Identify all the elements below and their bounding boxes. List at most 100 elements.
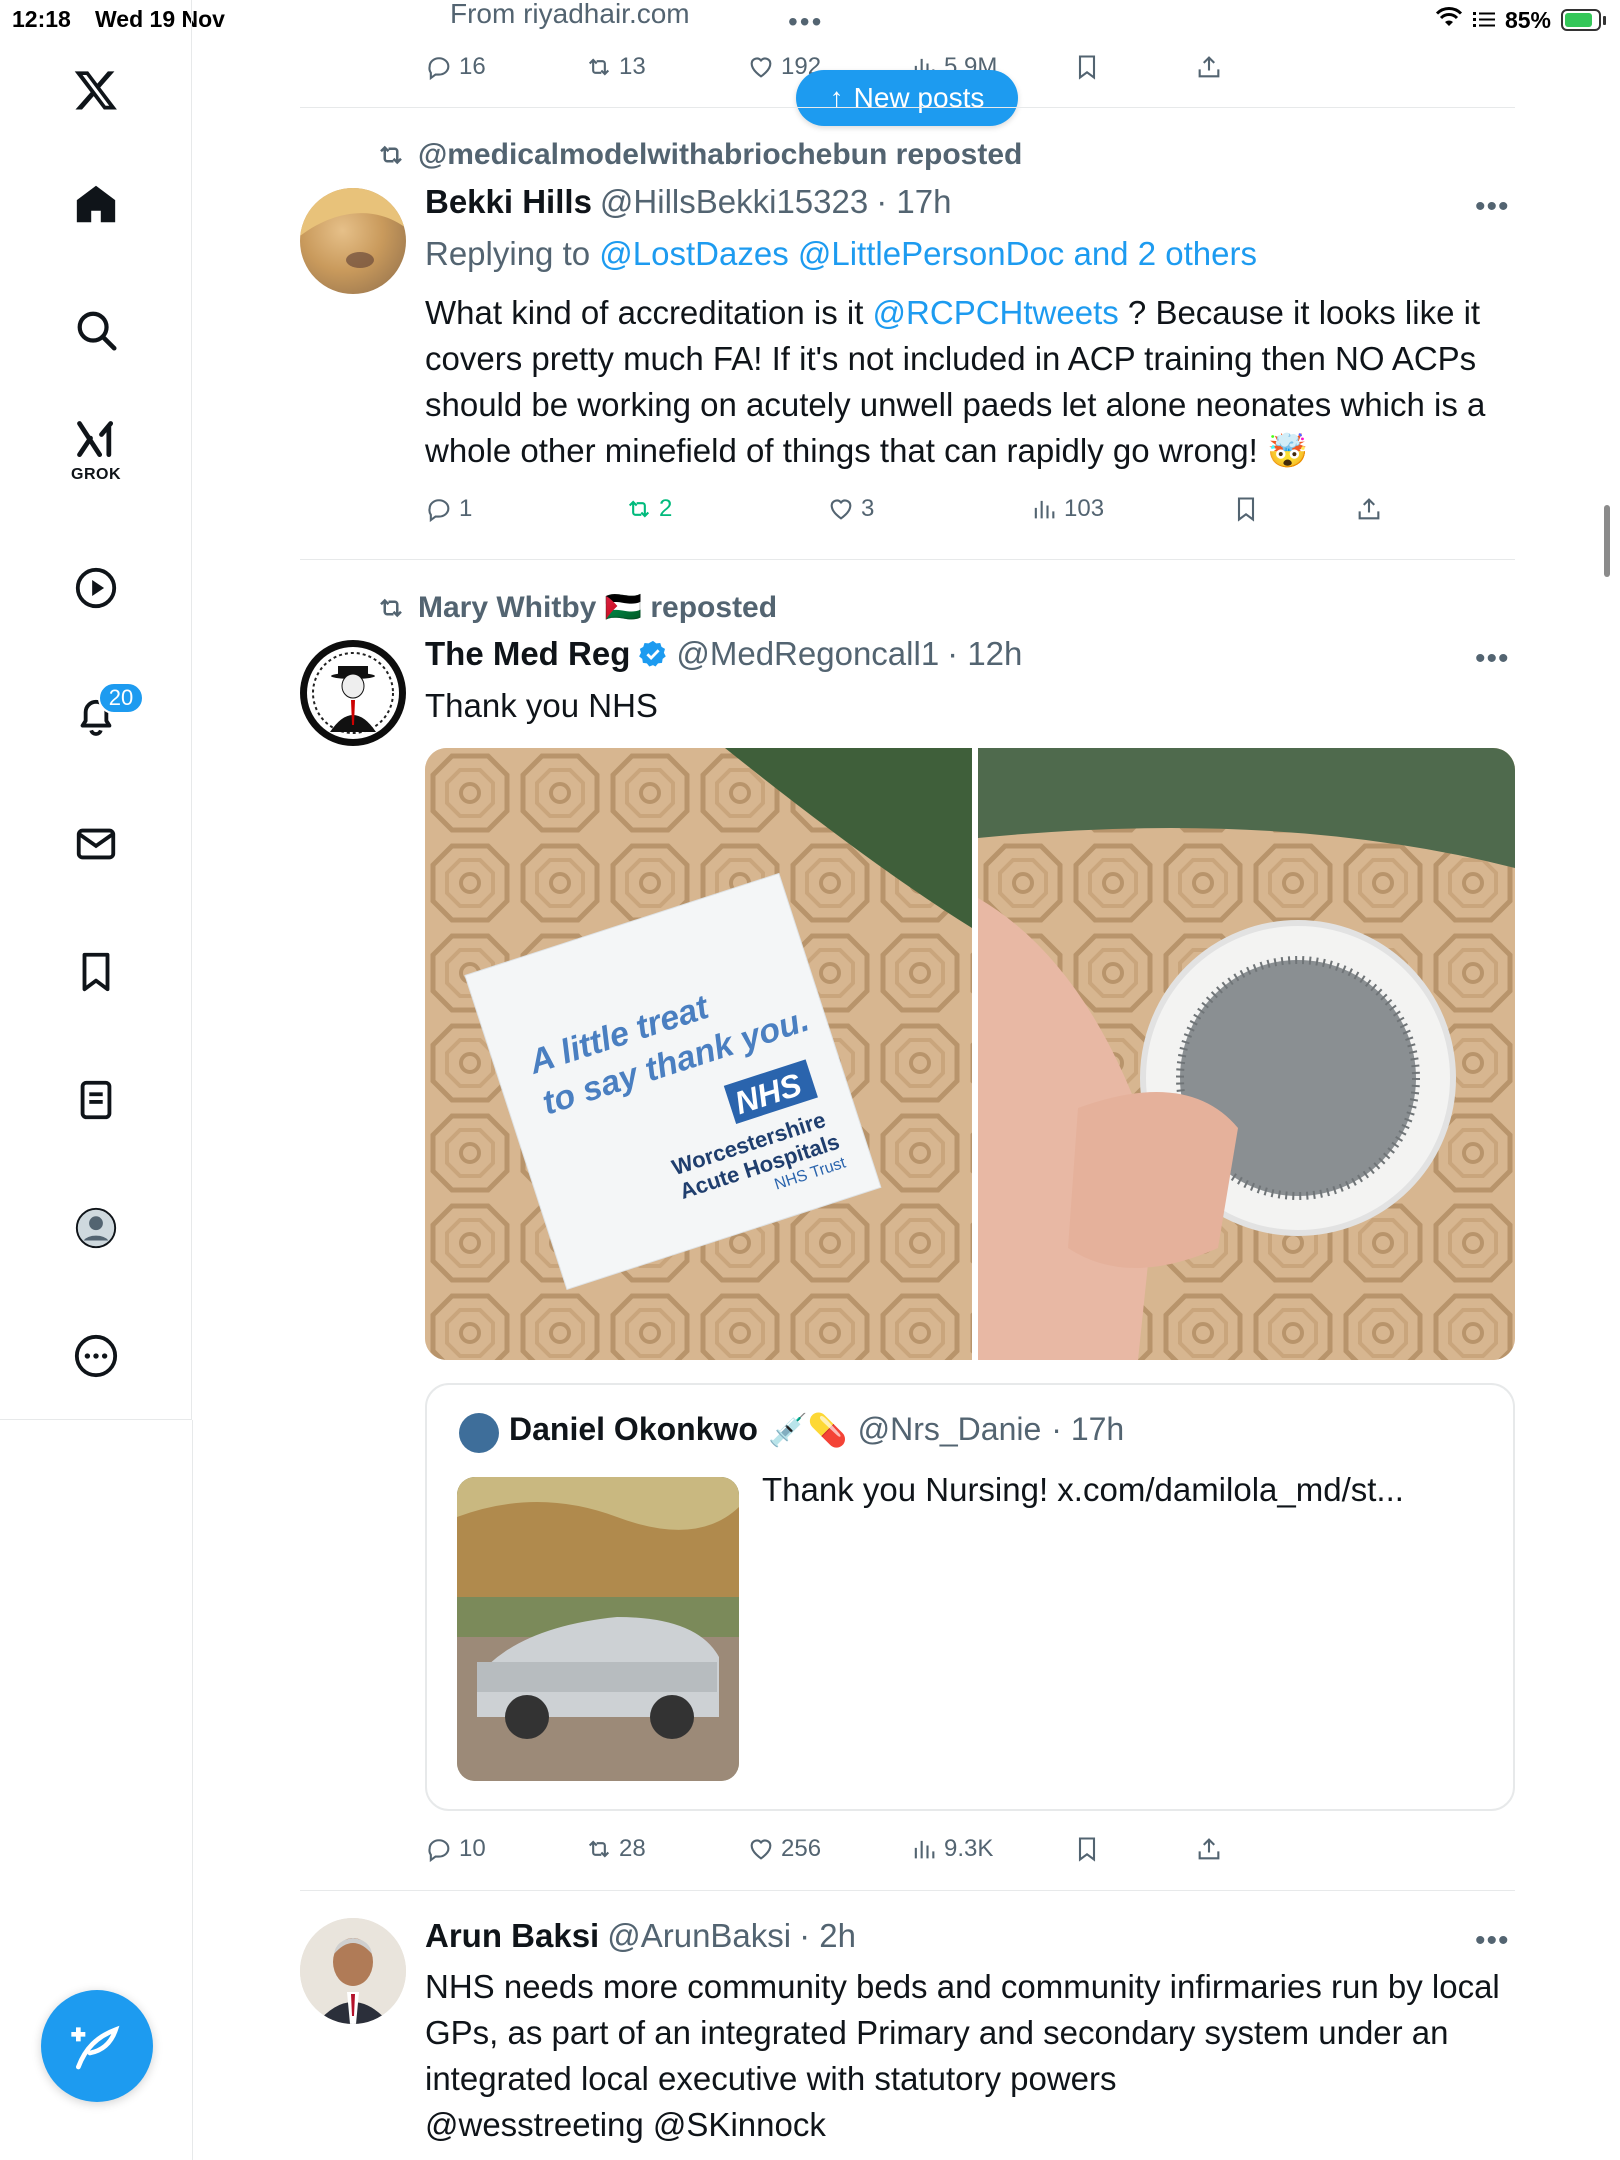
repost-count: 2 — [659, 495, 673, 522]
quote-author-emojis: 💉💊 — [767, 1412, 848, 1448]
reply-to-links[interactable]: @LostDazes @LittlePersonDoc and 2 others — [599, 235, 1257, 272]
view-count: 103 — [1064, 495, 1105, 522]
repost-button[interactable]: 13 — [585, 53, 646, 81]
more-options-button[interactable]: ••• — [788, 6, 823, 38]
bookmark-icon — [1078, 1837, 1096, 1862]
tweet-more-button[interactable]: ••• — [1475, 642, 1510, 676]
quote-avatar[interactable] — [459, 1413, 499, 1453]
reply-button[interactable]: 10 — [425, 1835, 486, 1863]
reply-context: Replying to @LostDazes @LittlePersonDoc … — [425, 231, 1515, 277]
author-name[interactable]: Arun Baksi — [425, 1917, 599, 1955]
messages-icon[interactable] — [58, 806, 134, 882]
profile-icon[interactable] — [58, 1190, 134, 1266]
x-logo-icon[interactable] — [58, 52, 134, 128]
home-icon[interactable] — [58, 166, 134, 242]
views-button[interactable]: 9.3K — [910, 1835, 993, 1863]
author-handle[interactable]: @HillsBekki15323 — [600, 183, 868, 221]
quote-author-name[interactable]: Daniel Okonkwo — [509, 1411, 758, 1449]
repost-by-label: @medicalmodelwithabriochebun reposted — [418, 138, 1023, 171]
avatar[interactable] — [300, 188, 406, 294]
tweet-author-line: Bekki Hills @HillsBekki15323 · 17h — [425, 183, 951, 221]
video-icon[interactable] — [58, 550, 134, 626]
grok-icon[interactable]: GROK — [58, 412, 134, 488]
media-image-card[interactable]: A little treat to say thank you. NHS Wor… — [425, 748, 972, 1360]
share-icon — [1198, 56, 1220, 78]
lists-icon[interactable] — [58, 1062, 134, 1138]
analytics-icon — [914, 1840, 935, 1859]
tweet-time[interactable]: · 2h — [799, 1917, 856, 1955]
bookmarks-icon[interactable] — [58, 934, 134, 1010]
tweet-time[interactable]: · 12h — [947, 635, 1022, 673]
divider — [300, 559, 1515, 560]
quote-author-handle[interactable]: @Nrs_Danie — [858, 1411, 1042, 1449]
tweet-text: NHS needs more community beds and commun… — [425, 1968, 1500, 2097]
tweet-source-label[interactable]: From riyadhair.com — [450, 0, 690, 30]
bookmark-icon — [1237, 497, 1255, 522]
reply-icon — [428, 57, 450, 81]
battery-icon — [1561, 9, 1606, 31]
repost-icon — [628, 500, 650, 518]
repost-button[interactable]: 28 — [585, 1835, 646, 1863]
repost-by-label: Mary Whitby 🇵🇸 reposted — [418, 591, 778, 624]
reply-icon — [428, 1839, 450, 1863]
bookmark-button[interactable] — [1073, 1835, 1101, 1863]
scrollbar[interactable] — [1604, 505, 1610, 577]
repost-count: 28 — [619, 1835, 646, 1862]
avatar[interactable] — [300, 640, 406, 746]
quote-time: · 17h — [1051, 1411, 1125, 1447]
repost-context[interactable]: Mary Whitby 🇵🇸 reposted — [376, 590, 777, 625]
reply-count: 16 — [459, 53, 486, 80]
share-button[interactable] — [1355, 495, 1383, 523]
like-button[interactable]: 3 — [827, 495, 874, 523]
notifications-icon[interactable]: 20 — [58, 678, 144, 754]
bookmark-button[interactable] — [1232, 495, 1260, 523]
view-count: 9.3K — [944, 1835, 994, 1862]
new-posts-label: New posts — [853, 82, 985, 113]
notifications-badge: 20 — [98, 682, 144, 714]
quoted-tweet[interactable]: Daniel Okonkwo 💉💊 @Nrs_Danie · 17h Thank… — [425, 1383, 1515, 1811]
search-icon[interactable] — [58, 292, 134, 368]
verified-badge-icon — [639, 640, 667, 667]
bookmark-button[interactable] — [1073, 53, 1101, 81]
sidebar-divider — [192, 1420, 193, 2160]
like-count: 256 — [781, 1835, 822, 1862]
quote-author-line: Daniel Okonkwo 💉💊 @Nrs_Danie · 17h — [509, 1411, 1124, 1449]
divider — [300, 107, 1515, 108]
battery-percent: 85% — [1504, 6, 1551, 33]
views-button[interactable]: 103 — [1030, 495, 1104, 523]
more-options-icon[interactable] — [58, 1318, 134, 1394]
repost-context[interactable]: @medicalmodelwithabriochebun reposted — [376, 138, 1022, 172]
replying-to-label: Replying to — [425, 235, 591, 272]
tweet-media[interactable]: A little treat to say thank you. NHS Wor… — [425, 748, 1515, 1360]
tweet-text: What kind of accreditation is it @RCPCHt… — [425, 294, 1486, 469]
share-button[interactable] — [1195, 1835, 1223, 1863]
author-name[interactable]: Bekki Hills — [425, 183, 592, 221]
quote-text: Thank you Nursing! x.com/damilola_md/st.… — [762, 1471, 1404, 1508]
media-image-teabag[interactable] — [978, 748, 1515, 1360]
repost-button[interactable]: 2 — [625, 495, 672, 523]
like-button[interactable]: 256 — [747, 1835, 821, 1863]
quote-media-image[interactable] — [457, 1477, 739, 1781]
reply-count: 1 — [459, 495, 473, 522]
tweet-time[interactable]: · 17h — [876, 183, 951, 221]
repost-icon — [588, 1840, 610, 1858]
analytics-icon — [1034, 500, 1055, 519]
mention-link[interactable]: @RCPCHtweets — [873, 294, 1119, 331]
author-handle[interactable]: @MedRegoncall1 — [676, 635, 939, 673]
author-name[interactable]: The Med Reg — [425, 635, 630, 673]
new-posts-button[interactable]: ↑ New posts — [796, 70, 1018, 126]
compose-post-button[interactable] — [41, 1990, 153, 2102]
tweet-more-button[interactable]: ••• — [1475, 190, 1510, 224]
reply-button[interactable]: 1 — [425, 495, 472, 523]
share-button[interactable] — [1195, 53, 1223, 81]
author-handle[interactable]: @ArunBaksi — [607, 1917, 791, 1955]
avatar[interactable] — [300, 1918, 406, 2024]
mention-links[interactable]: @wesstreeting @SKinnock — [425, 2102, 1515, 2148]
repost-count: 13 — [619, 53, 646, 80]
bookmark-icon — [1078, 55, 1096, 80]
sidebar-nav: GROK 20 — [0, 0, 192, 1420]
reply-button[interactable]: 16 — [425, 53, 486, 81]
tweet-more-button[interactable]: ••• — [1475, 1924, 1510, 1958]
heart-icon — [750, 1839, 772, 1860]
compose-feather-icon — [71, 2025, 120, 2070]
